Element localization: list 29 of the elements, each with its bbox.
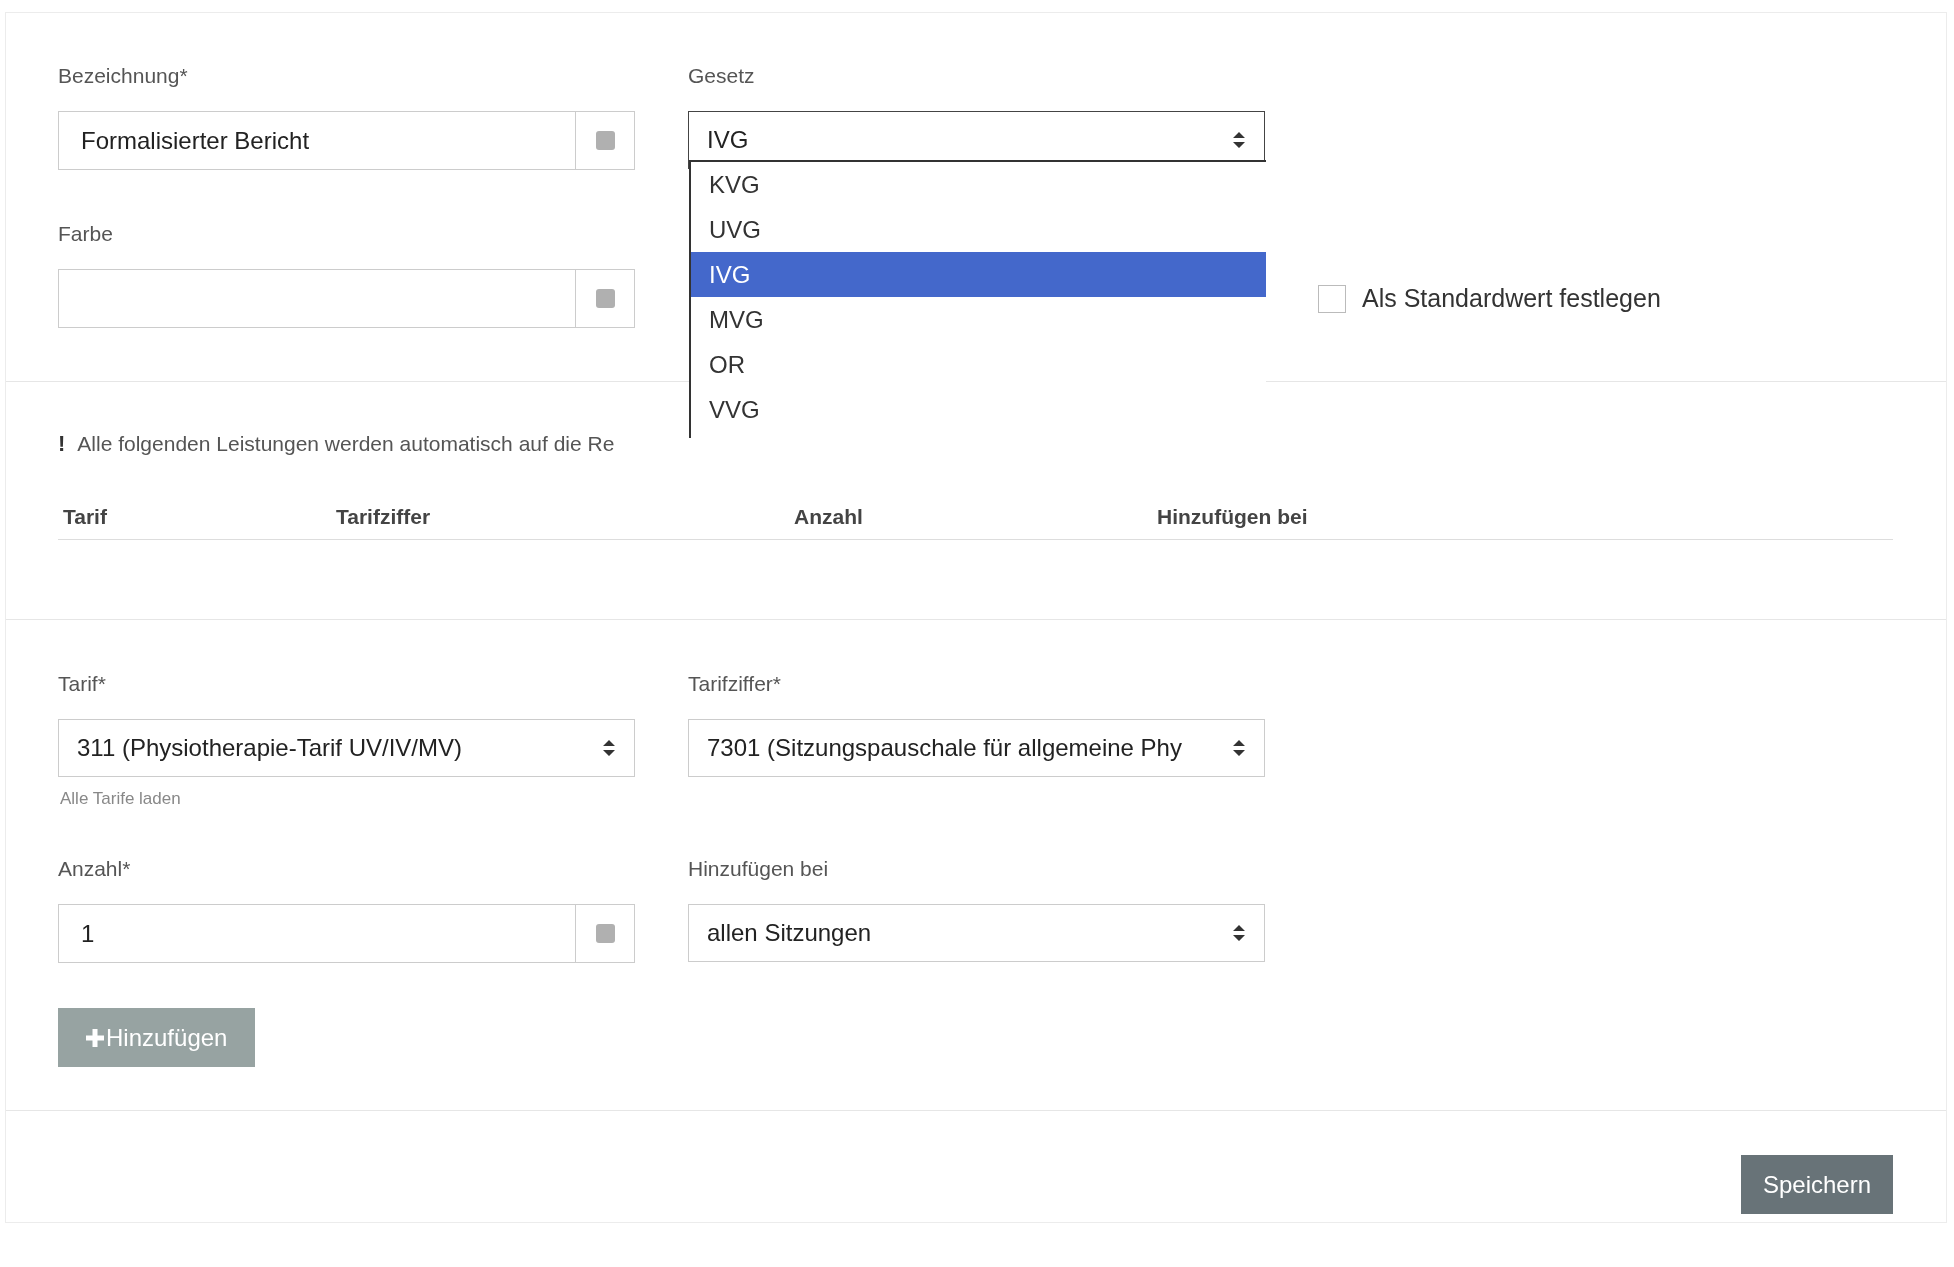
dropdown-option[interactable]: IVG (691, 252, 1266, 297)
notice-text: Alle folgenden Leistungen werden automatisch auf die Re (77, 432, 615, 456)
field-label: Farbe (58, 222, 114, 247)
checkbox[interactable] (1318, 284, 1346, 313)
field-label: Bezeichnung* (58, 64, 189, 89)
field-label: Anzahl* (58, 857, 132, 882)
column-header: Hinzufügen bei (1157, 505, 1309, 529)
square-icon (595, 289, 615, 308)
field-label: Gesetz (688, 64, 756, 89)
load-tariffs-link[interactable]: Alle Tarife laden (60, 789, 635, 811)
save-button[interactable]: Speichern (1740, 1155, 1893, 1214)
sort-icon (602, 739, 616, 757)
exclamation-icon: ! (58, 431, 66, 457)
sort-icon (1232, 739, 1246, 757)
sort-icon (1232, 924, 1246, 942)
field-label: Tarifziffer* (688, 672, 782, 697)
field-label: Tarif* (58, 672, 107, 697)
plus-icon (86, 1028, 104, 1047)
sort-icon (1232, 131, 1246, 149)
column-header: Tarifziffer (336, 505, 432, 529)
tariff-select[interactable]: 311 (Physiotherapie-Tarif UV/IV/MV) (58, 719, 635, 777)
checkbox-label: Als Standardwert festlegen (1362, 284, 1661, 313)
column-header: Tarif (63, 505, 108, 529)
add-at-select[interactable]: allen Sitzungen (688, 904, 1265, 962)
square-icon (595, 924, 615, 943)
square-icon (595, 131, 615, 150)
column-header: Anzahl (794, 505, 864, 529)
field-label: Hinzufügen bei (688, 857, 830, 882)
tariff-code-select[interactable]: 7301 (Sitzungspauschale für allgemeine Phy (688, 719, 1265, 777)
